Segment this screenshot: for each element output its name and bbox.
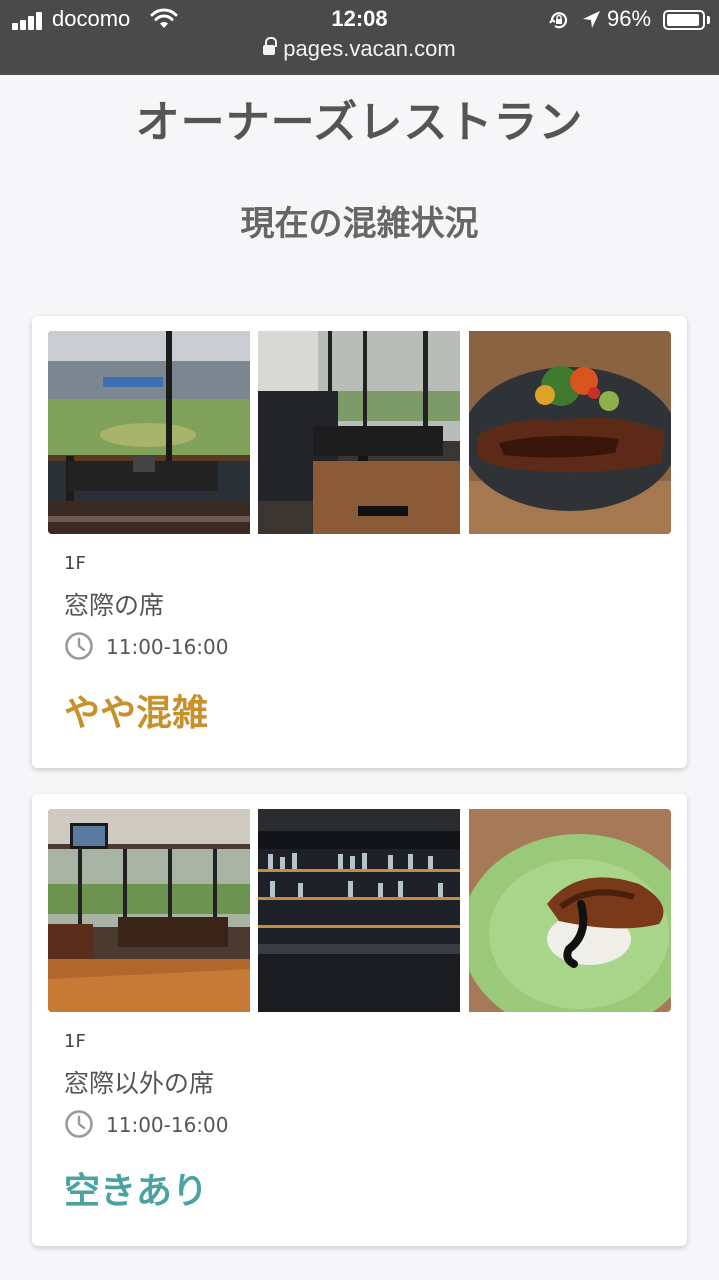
business-hours: 11:00-16:00 xyxy=(106,635,229,659)
seat-card-window[interactable]: 1F 窓際の席 11:00-16:00 やや混雑 xyxy=(32,316,687,768)
dining-room-photo xyxy=(48,809,250,1012)
crowd-status: やや混雑 xyxy=(64,693,209,734)
stadium-view-photo xyxy=(48,331,250,534)
foie-gras-dish-photo xyxy=(469,809,671,1012)
battery-nub xyxy=(707,16,710,24)
restaurant-name: オーナーズレストラン xyxy=(135,97,584,148)
photo-strip xyxy=(48,809,671,1012)
section-title: 現在の混雑状況 xyxy=(240,204,479,244)
business-hours: 11:00-16:00 xyxy=(106,1113,229,1137)
clock-icon xyxy=(65,1110,93,1138)
battery-icon xyxy=(663,10,705,30)
window-booth-photo xyxy=(258,331,460,534)
url-text: pages.vacan.com xyxy=(283,36,456,61)
crowd-status: 空きあり xyxy=(64,1171,209,1212)
rotation-lock-icon xyxy=(549,12,568,29)
location-arrow-icon xyxy=(583,11,600,28)
lock-icon xyxy=(263,37,278,57)
floor-label: 1F xyxy=(64,1031,86,1052)
steak-dish-photo xyxy=(469,331,671,534)
clock-icon xyxy=(65,632,93,660)
seat-card-non-window[interactable]: 1F 窓際以外の席 11:00-16:00 空きあり xyxy=(32,794,687,1246)
browser-status-bar: docomo 12:08 96% pages.vacan.com xyxy=(0,0,719,75)
floor-label: 1F xyxy=(64,553,86,574)
seat-name: 窓際の席 xyxy=(64,591,165,620)
photo-strip xyxy=(48,331,671,534)
seat-name: 窓際以外の席 xyxy=(64,1069,215,1098)
bar-counter-photo xyxy=(258,809,460,1012)
battery-percent: 96% xyxy=(607,6,652,31)
address-bar[interactable]: pages.vacan.com xyxy=(0,36,719,62)
